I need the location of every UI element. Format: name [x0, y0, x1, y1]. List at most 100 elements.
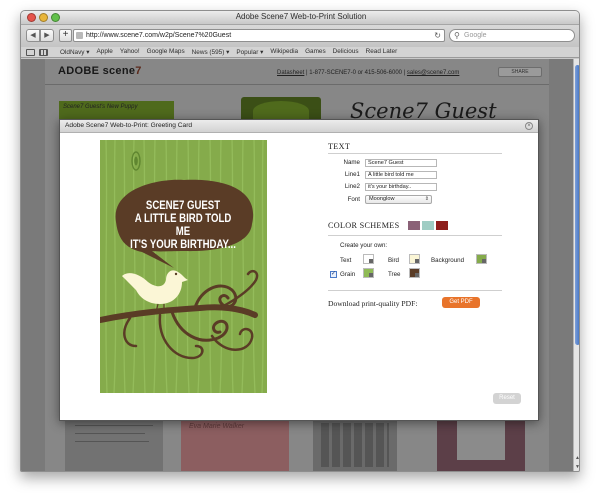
- bookmark-games[interactable]: Games: [305, 48, 326, 56]
- card-message: SCENE7 GUEST A LITTLE BIRD TOLD ME IT'S …: [129, 199, 236, 251]
- bookmark-delicious[interactable]: Delicious: [333, 48, 359, 56]
- browser-toolbar: ◀ ▶ + http://www.scene7.com/w2p/Scene7%2…: [21, 25, 579, 47]
- thumbnail-calendar[interactable]: [313, 415, 397, 471]
- color-schemes-title: COLOR SCHEMES: [328, 221, 400, 230]
- thumbnail-caption: Scene7 Guest's New Puppy: [63, 104, 138, 110]
- name-label: Name: [343, 159, 360, 166]
- floral-card-face: [457, 420, 505, 460]
- bookmark-google-maps[interactable]: Google Maps: [147, 48, 185, 56]
- search-icon: ⚲: [454, 31, 460, 40]
- font-select-value: Moonglow: [369, 196, 395, 202]
- scrollbar-thumb[interactable]: [575, 65, 579, 345]
- scheme-swatch-teal[interactable]: [422, 221, 434, 230]
- dialog-close-icon[interactable]: ×: [525, 122, 533, 130]
- bird-color-picker[interactable]: [409, 254, 420, 264]
- thumbnail-text-card[interactable]: [65, 415, 163, 471]
- picker-corner-icon: [369, 259, 373, 263]
- card-message-line2: A LITTLE BIRD TOLD ME: [134, 211, 232, 238]
- datasheet-link[interactable]: Datasheet: [277, 70, 304, 76]
- section-divider: [328, 235, 502, 236]
- forward-button[interactable]: ▶: [40, 29, 54, 42]
- text-color-picker[interactable]: [363, 254, 374, 264]
- background-color-picker[interactable]: [476, 254, 487, 264]
- wood-grain: [105, 140, 264, 393]
- reset-button[interactable]: Reset: [493, 393, 521, 404]
- get-pdf-button[interactable]: Get PDF: [442, 297, 480, 308]
- grain-color-picker[interactable]: [363, 268, 374, 278]
- background-color-label: Background: [431, 257, 465, 264]
- text-line: [75, 425, 153, 426]
- create-your-own-label: Create your own:: [340, 242, 388, 249]
- text-section-title: TEXT: [328, 142, 351, 151]
- window-title: Adobe Scene7 Web-to-Print Solution: [235, 12, 367, 21]
- bookmark-list: OldNavy ▾ Apple Yahoo! Google Maps News …: [60, 48, 397, 56]
- text-line: [75, 441, 149, 442]
- scroll-up-arrow-icon[interactable]: ▲: [575, 455, 579, 461]
- grain-color-label: Grain: [340, 271, 356, 278]
- back-button[interactable]: ◀: [26, 29, 40, 42]
- section-divider: [328, 290, 502, 291]
- thumbnail-floral-card[interactable]: [437, 415, 525, 471]
- section-divider: [328, 153, 502, 154]
- thumbnail-wedding-card[interactable]: Eva Marie Walker: [181, 415, 289, 471]
- reload-icon[interactable]: ↻: [434, 30, 441, 41]
- scheme-swatch-red[interactable]: [436, 221, 448, 230]
- wood-knot-inner: [134, 156, 138, 166]
- bookmark-read-later[interactable]: Read Later: [366, 48, 398, 56]
- puppy-card-thumbnail[interactable]: Scene7 Guest's New Puppy: [59, 101, 174, 121]
- font-label: Font: [347, 196, 360, 203]
- calendar-grid: [321, 423, 389, 467]
- bookmarks-bar: OldNavy ▾ Apple Yahoo! Google Maps News …: [21, 47, 579, 58]
- tree-color-label: Tree: [388, 271, 401, 278]
- picker-corner-icon: [415, 259, 419, 263]
- text-color-label: Text: [340, 257, 352, 264]
- dialog-title: Adobe Scene7 Web-to-Print: Greeting Card: [65, 122, 193, 129]
- email-link[interactable]: sales@scene7.com: [407, 70, 459, 76]
- card-artwork: [100, 140, 264, 393]
- bookmark-news[interactable]: News (595) ▾: [192, 48, 230, 56]
- picker-corner-icon: [482, 259, 486, 263]
- site-header: ADOBE scene7 Datasheet | 1-877-SCENE7-0 …: [45, 59, 549, 85]
- text-line: [75, 433, 145, 434]
- thumbnail-graphic: [253, 101, 309, 121]
- line2-label: Line2: [344, 183, 360, 190]
- title-bar: Adobe Scene7 Web-to-Print Solution: [21, 11, 579, 25]
- search-input[interactable]: ⚲ Google: [449, 29, 575, 42]
- grain-checkbox[interactable]: ✓: [330, 271, 337, 278]
- greeting-card-dialog: Adobe Scene7 Web-to-Print: Greeting Card…: [59, 119, 539, 421]
- bookmark-apple[interactable]: Apple: [97, 48, 113, 56]
- vertical-scrollbar[interactable]: ▲ ▼: [573, 59, 579, 471]
- name-field[interactable]: Scene7 Guest: [365, 159, 437, 167]
- line2-field[interactable]: it's your birthday..: [365, 183, 437, 191]
- tree-color-picker[interactable]: [409, 268, 420, 278]
- share-button[interactable]: SHARE: [498, 67, 542, 77]
- logo-text: ADOBE scene: [58, 65, 136, 77]
- picker-corner-icon: [415, 273, 419, 277]
- add-bookmark-button[interactable]: +: [59, 29, 72, 42]
- top-sites-grid-icon[interactable]: [39, 49, 48, 56]
- bookmark-oldnavy[interactable]: OldNavy ▾: [60, 48, 90, 56]
- line1-field[interactable]: A little bird told me: [365, 171, 437, 179]
- header-contact-links: Datasheet | 1-877-SCENE7-0 or 415-506-60…: [277, 70, 459, 76]
- dialog-titlebar: Adobe Scene7 Web-to-Print: Greeting Card…: [60, 120, 538, 133]
- bottom-thumbnails: Eva Marie Walker: [45, 415, 549, 471]
- scene7-logo[interactable]: ADOBE scene7: [58, 65, 142, 77]
- scheme-swatch-purple[interactable]: [408, 221, 420, 230]
- address-text: http://www.scene7.com/w2p/Scene7%20Guest: [86, 32, 232, 39]
- card-thumbnail[interactable]: [241, 97, 321, 121]
- picker-corner-icon: [369, 273, 373, 277]
- scheme-swatches: [408, 221, 468, 230]
- bookmark-yahoo[interactable]: Yahoo!: [120, 48, 140, 56]
- bookmark-wikipedia[interactable]: Wikipedia: [270, 48, 298, 56]
- browser-window: Adobe Scene7 Web-to-Print Solution ◀ ▶ +…: [20, 10, 580, 472]
- card-preview: SCENE7 GUEST A LITTLE BIRD TOLD ME IT'S …: [100, 140, 267, 393]
- scroll-down-arrow-icon[interactable]: ▼: [575, 464, 579, 470]
- search-placeholder: Google: [464, 32, 487, 39]
- thumbnail-name: Eva Marie Walker: [189, 423, 245, 430]
- favicon-icon: [76, 32, 83, 39]
- font-select[interactable]: Moonglow ⇕: [365, 195, 432, 204]
- bookmarks-book-icon[interactable]: [26, 49, 35, 56]
- page-content: ADOBE scene7 Datasheet | 1-877-SCENE7-0 …: [21, 59, 573, 471]
- address-bar[interactable]: http://www.scene7.com/w2p/Scene7%20Guest…: [73, 29, 445, 42]
- bookmark-popular[interactable]: Popular ▾: [236, 48, 263, 56]
